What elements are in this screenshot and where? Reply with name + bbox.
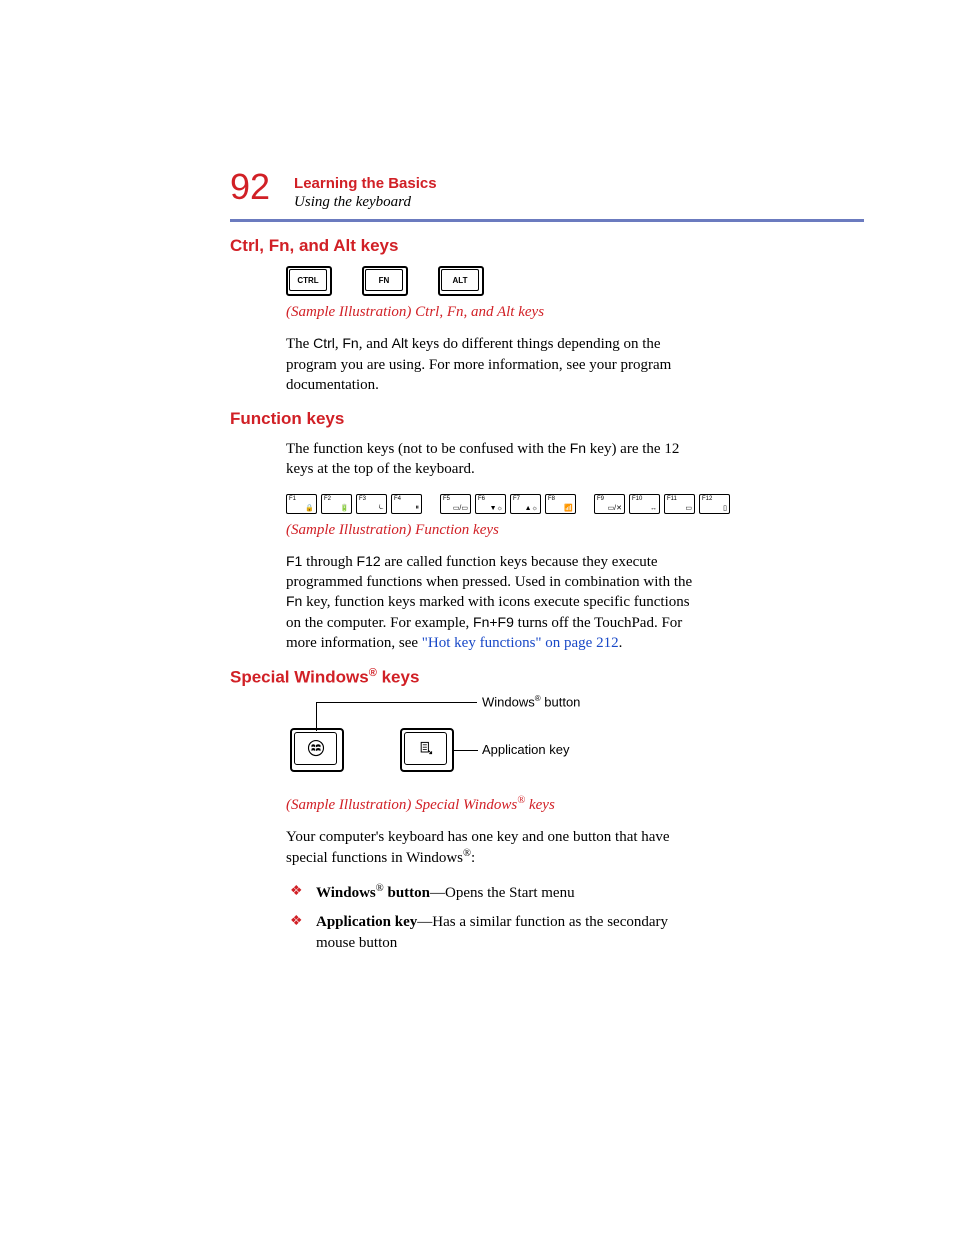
keycap-f1: F1🔒 xyxy=(286,494,317,514)
keycap-f9: F9▭/✕ xyxy=(594,494,625,514)
keycap-f12: F12▯ xyxy=(699,494,730,514)
para-ctrl-fn-alt: The Ctrl, Fn, and Alt keys do different … xyxy=(286,334,706,395)
keycap-f11: F11▭ xyxy=(664,494,695,514)
page-number: 92 xyxy=(230,169,270,205)
keycap-ctrl: CTRL xyxy=(286,266,332,296)
page-header: 92 Learning the Basics Using the keyboar… xyxy=(230,175,864,211)
label-windows-button: Windows® button xyxy=(482,694,580,709)
label-application-key: Application key xyxy=(482,742,569,757)
section-subtitle: Using the keyboard xyxy=(294,194,437,211)
keycap-f4: F4⏸ xyxy=(391,494,422,514)
heading-ctrl-fn-alt: Ctrl, Fn, and Alt keys xyxy=(230,236,864,256)
keycap-f10: F10↔ xyxy=(629,494,660,514)
keycap-f5: F5▭/▭ xyxy=(440,494,471,514)
keycap-f7: F7▲☼ xyxy=(510,494,541,514)
function-keys-illustration: F1🔒 F2🔋 F3⏾ F4⏸ F5▭/▭ F6▼☼ F7▲☼ F8📶 F9▭/… xyxy=(286,494,864,514)
bullet-list: Windows® button—Opens the Start menu App… xyxy=(286,882,706,954)
caption-function-keys: (Sample Illustration) Function keys xyxy=(286,520,706,540)
keycap-f2: F2🔋 xyxy=(321,494,352,514)
application-key-icon xyxy=(418,740,434,756)
para-function-detail: F1 through F12 are called function keys … xyxy=(286,552,706,653)
windows-keys-illustration: Windows® button xyxy=(290,698,864,788)
header-rule xyxy=(230,219,864,222)
windows-logo-icon xyxy=(307,739,325,757)
caption-windows-keys: (Sample Illustration) Special Windows® k… xyxy=(286,794,706,815)
bullet-application-key: Application key—Has a similar function a… xyxy=(286,912,706,954)
link-hot-key-functions[interactable]: "Hot key functions" on page 212 xyxy=(422,635,619,651)
keycap-windows xyxy=(290,728,344,772)
para-function-intro: The function keys (not to be confused wi… xyxy=(286,439,706,480)
ctrl-fn-alt-illustration: CTRL FN ALT xyxy=(286,266,864,296)
keycap-fn: FN xyxy=(362,266,408,296)
heading-function-keys: Function keys xyxy=(230,409,864,429)
keycap-f8: F8📶 xyxy=(545,494,576,514)
para-windows-intro: Your computer's keyboard has one key and… xyxy=(286,827,706,869)
keycap-alt: ALT xyxy=(438,266,484,296)
keycap-f3: F3⏾ xyxy=(356,494,387,514)
keycap-f6: F6▼☼ xyxy=(475,494,506,514)
heading-special-windows-keys: Special Windows® keys xyxy=(230,667,864,688)
bullet-windows-button: Windows® button—Opens the Start menu xyxy=(286,882,706,904)
keycap-application xyxy=(400,728,454,772)
caption-ctrl-fn-alt: (Sample Illustration) Ctrl, Fn, and Alt … xyxy=(286,302,706,322)
chapter-title: Learning the Basics xyxy=(294,175,437,192)
